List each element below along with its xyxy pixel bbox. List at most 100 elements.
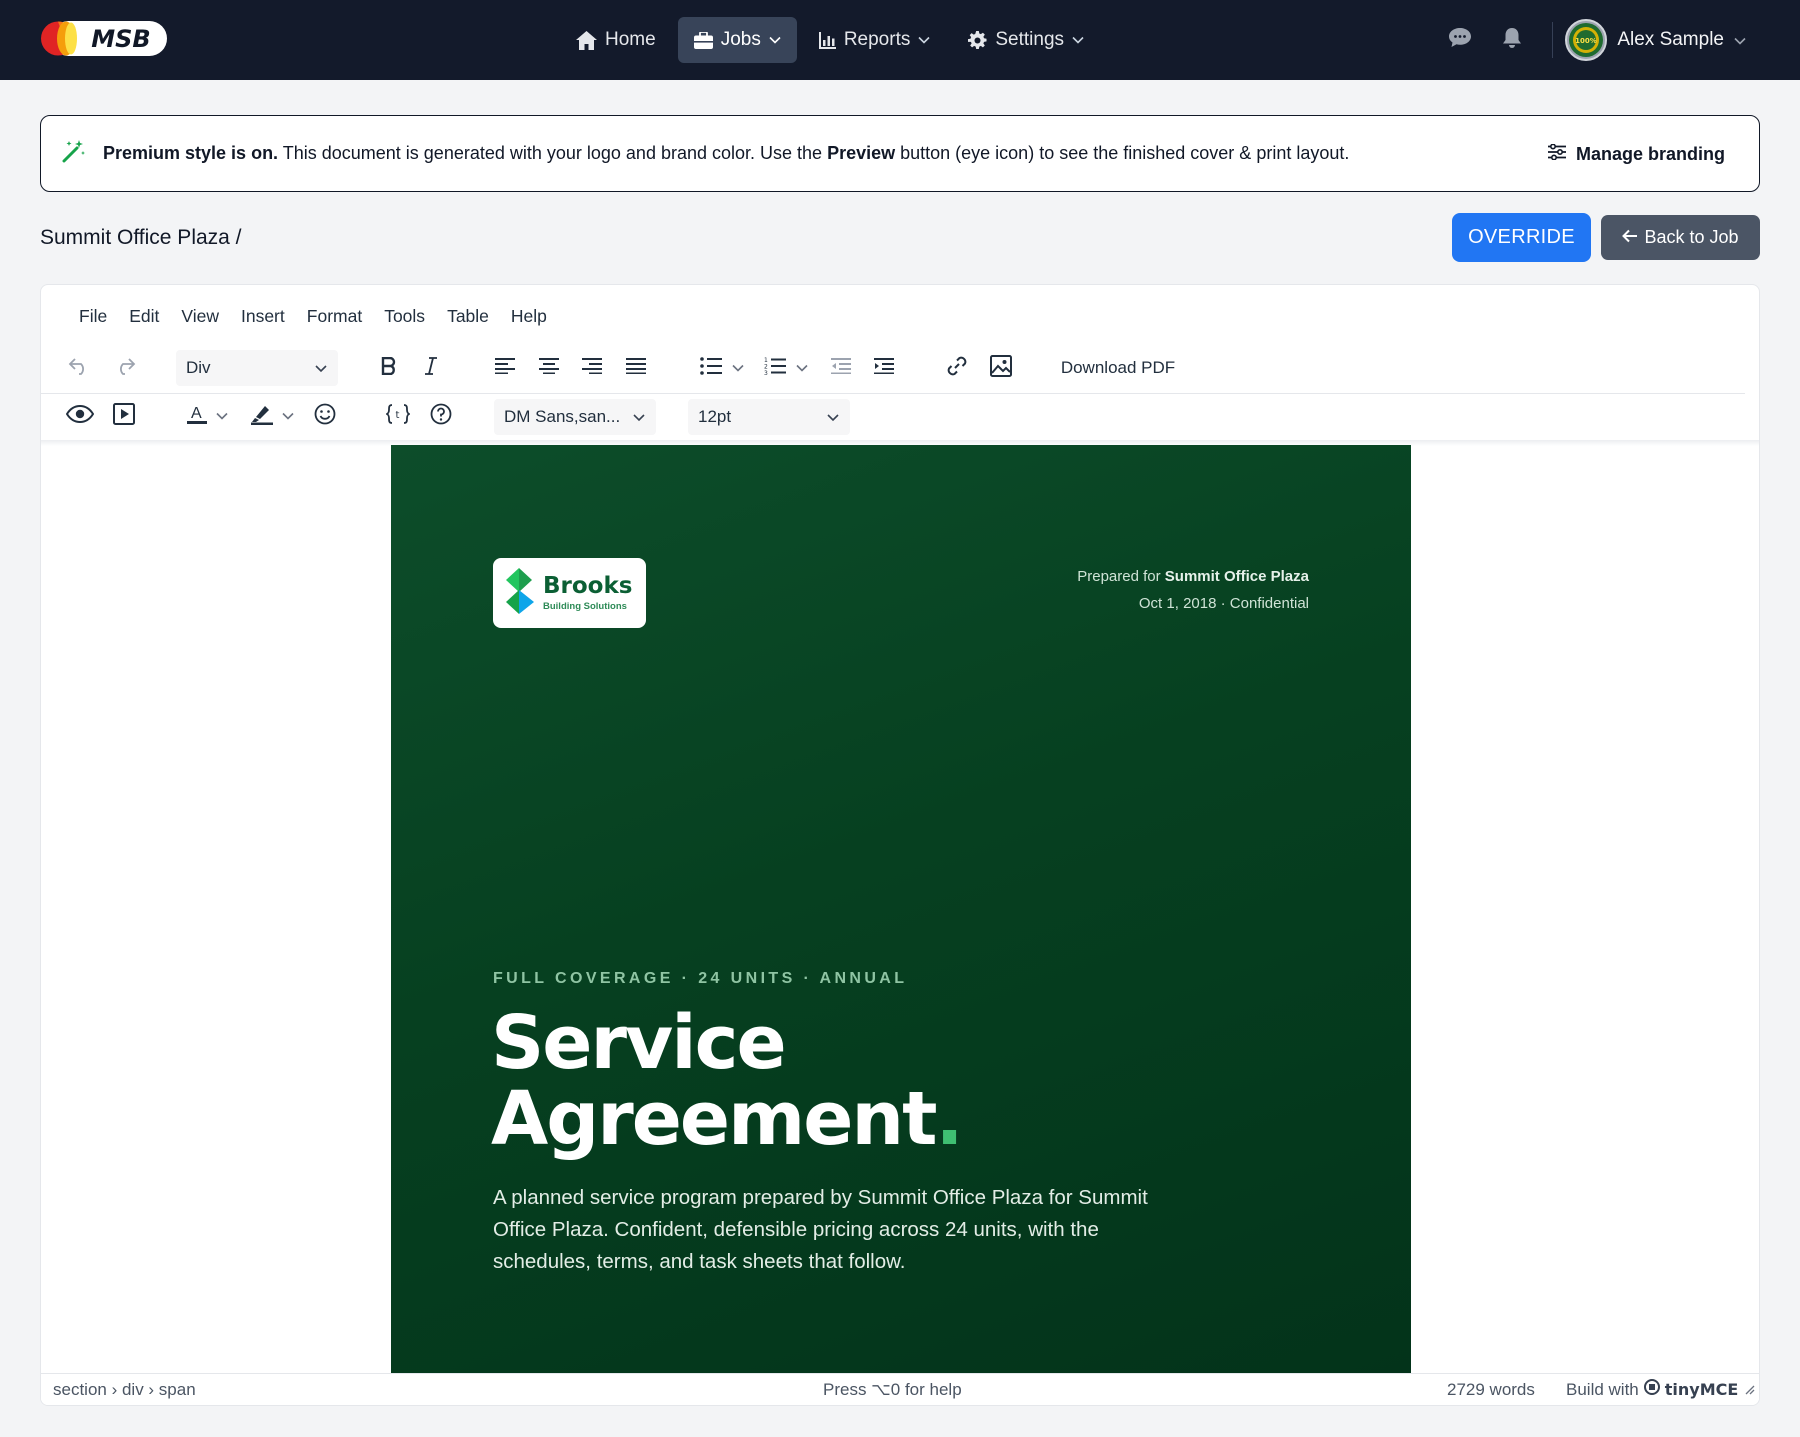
outdent-button[interactable] — [823, 348, 859, 388]
help-button[interactable] — [423, 396, 459, 436]
user-menu[interactable]: 100% Alex Sample — [1565, 19, 1800, 61]
messages-button[interactable] — [1434, 14, 1486, 66]
align-justify-icon — [626, 357, 646, 379]
override-button[interactable]: OVERRIDE — [1452, 213, 1591, 262]
align-center-button[interactable] — [531, 348, 567, 388]
bullet-list-button[interactable] — [695, 348, 749, 388]
download-pdf-button[interactable]: Download PDF — [1051, 348, 1185, 388]
menu-help[interactable]: Help — [500, 306, 558, 327]
bold-button[interactable] — [371, 348, 407, 388]
gear-icon — [968, 30, 987, 50]
chevron-down-icon — [1734, 29, 1746, 51]
font-family-value: DM Sans,san... — [504, 407, 621, 426]
brand-logo-card: Brooks Building Solutions — [493, 558, 646, 628]
undo-button[interactable] — [61, 348, 97, 388]
font-size-select[interactable]: 12pt — [688, 399, 850, 435]
sliders-icon — [1547, 143, 1566, 165]
home-icon — [576, 30, 597, 50]
prepared-for-block: Prepared for Summit Office Plaza Oct 1, … — [1077, 563, 1309, 617]
indent-button[interactable] — [866, 348, 902, 388]
menu-view[interactable]: View — [170, 306, 230, 327]
notifications-button[interactable] — [1486, 14, 1538, 66]
block-format-select[interactable]: Div — [176, 350, 338, 386]
align-left-button[interactable] — [487, 348, 523, 388]
menu-format[interactable]: Format — [296, 306, 373, 327]
premium-style-banner: Premium style is on. This document is ge… — [40, 115, 1760, 192]
redo-icon — [114, 357, 136, 380]
msb-logo[interactable]: MSB — [41, 21, 167, 56]
template-variable-button[interactable]: t — [380, 396, 416, 436]
nav-jobs[interactable]: Jobs — [677, 17, 797, 63]
headline-accent-dot: . — [935, 1076, 963, 1162]
chevron-down-icon — [796, 359, 808, 377]
breadcrumb[interactable]: Summit Office Plaza / — [40, 226, 242, 250]
manage-branding-button[interactable]: Manage branding — [1547, 116, 1725, 193]
insert-image-button[interactable] — [983, 348, 1019, 388]
rich-text-editor: File Edit View Insert Format Tools Table… — [40, 284, 1760, 1406]
banner-strong: Premium style is on. — [103, 143, 279, 163]
document-lede: A planned service program prepared by Su… — [493, 1186, 1148, 1273]
menu-table[interactable]: Table — [436, 306, 500, 327]
menu-edit[interactable]: Edit — [118, 306, 170, 327]
manage-branding-label: Manage branding — [1575, 144, 1725, 164]
image-icon — [990, 354, 1012, 382]
editor-menubar: File Edit View Insert Format Tools Table… — [41, 285, 1759, 347]
text-color-button[interactable]: A — [179, 396, 235, 436]
play-icon — [113, 402, 135, 430]
align-center-icon — [539, 357, 559, 379]
redo-button[interactable] — [107, 348, 143, 388]
preview-button[interactable] — [61, 396, 99, 436]
headline-line-2: Agreement — [491, 1076, 937, 1162]
tinymce-branding-link[interactable]: Build with tinyMCE — [1566, 1379, 1755, 1400]
align-justify-button[interactable] — [618, 348, 654, 388]
text-color-icon: A — [186, 403, 208, 430]
emoji-button[interactable] — [307, 396, 343, 436]
avatar: 100% — [1565, 19, 1608, 61]
element-path[interactable]: section › div › span — [53, 1380, 196, 1400]
nav-home-label: Home — [605, 29, 656, 50]
nav-jobs-label: Jobs — [720, 29, 761, 50]
italic-button[interactable] — [413, 348, 449, 388]
prepared-for-client: Summit Office Plaza — [1164, 568, 1309, 585]
chevron-down-icon — [216, 407, 228, 425]
font-family-select[interactable]: DM Sans,san... — [494, 399, 656, 435]
word-count[interactable]: 2729 words — [1447, 1380, 1535, 1400]
editor-toolbar-primary: Div 123 Download PDF — [41, 345, 1759, 391]
build-prefix: Build with — [1566, 1379, 1639, 1399]
back-to-job-button[interactable]: Back to Job — [1601, 215, 1760, 260]
banner-text-1: This document is generated with your log… — [278, 143, 828, 163]
italic-icon — [424, 356, 438, 380]
chevron-down-icon — [632, 409, 646, 429]
logo-text: MSB — [91, 25, 150, 53]
brooks-logo-icon — [505, 567, 535, 619]
bar-chart-icon — [818, 31, 836, 49]
block-format-value: Div — [186, 358, 211, 377]
svg-text:3: 3 — [764, 370, 768, 375]
insert-link-button[interactable] — [939, 348, 975, 388]
banner-preview-word: Preview — [827, 143, 896, 163]
menu-tools[interactable]: Tools — [373, 306, 436, 327]
align-left-icon — [495, 357, 515, 379]
chevron-down-icon — [769, 36, 781, 44]
bold-icon — [381, 356, 397, 380]
menu-file[interactable]: File — [68, 306, 118, 327]
nav-settings-label: Settings — [995, 29, 1065, 50]
chevron-down-icon — [918, 36, 930, 44]
align-right-button[interactable] — [574, 348, 610, 388]
document-headline: Service Agreement. — [491, 1005, 964, 1157]
menu-insert[interactable]: Insert — [230, 306, 296, 327]
emoji-icon — [314, 403, 336, 430]
outdent-icon — [831, 357, 851, 379]
nav-home[interactable]: Home — [560, 17, 672, 63]
numbered-list-button[interactable]: 123 — [759, 348, 813, 388]
nav-reports[interactable]: Reports — [803, 17, 947, 63]
svg-text:t: t — [396, 410, 400, 421]
briefcase-icon — [693, 31, 713, 49]
main-nav: Home Jobs Reports Settings — [560, 17, 1100, 63]
highlight-color-button[interactable] — [244, 396, 300, 436]
insert-media-button[interactable] — [105, 396, 143, 436]
document-cover-page[interactable]: Brooks Building Solutions Prepared for S… — [391, 445, 1411, 1374]
nav-settings[interactable]: Settings — [952, 17, 1100, 63]
undo-icon — [68, 357, 90, 380]
resize-handle-icon[interactable] — [1743, 1380, 1755, 1400]
